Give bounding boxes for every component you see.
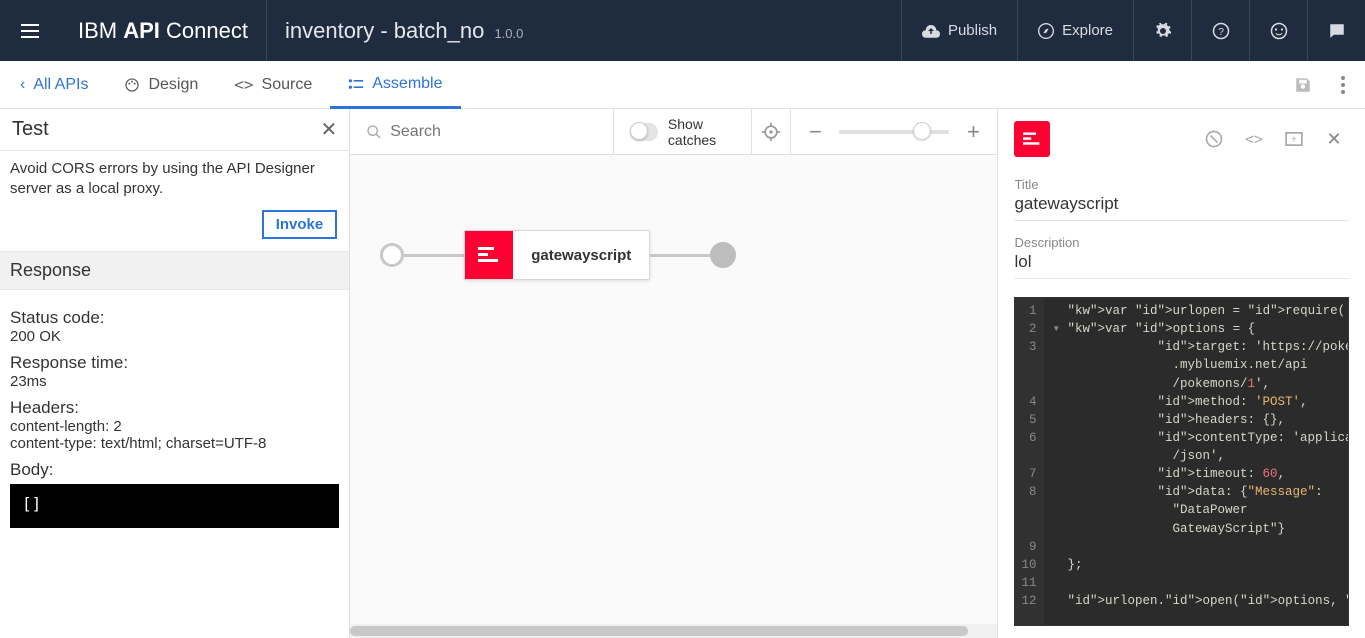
response-time-value: 23ms [10, 373, 339, 390]
test-panel: Test ✕ Avoid CORS errors by using the AP… [0, 109, 350, 638]
tab-assemble[interactable]: Assemble [330, 61, 460, 109]
api-title: inventory - batch_no 1.0.0 [267, 18, 541, 44]
palette-icon [124, 77, 140, 93]
body-label: Body: [10, 460, 339, 480]
test-panel-title: Test [12, 118, 49, 141]
publish-button[interactable]: Publish [901, 0, 1017, 61]
canvas-content[interactable]: gatewayscript [350, 155, 997, 638]
hamburger-icon [21, 24, 39, 38]
code-gutter: 123 456 78 9101112 [1015, 298, 1044, 625]
settings-button[interactable] [1133, 0, 1191, 61]
body-value: [] [10, 484, 339, 528]
close-test-panel-button[interactable]: ✕ [320, 117, 337, 142]
main-row: Test ✕ Avoid CORS errors by using the AP… [0, 109, 1365, 638]
assemble-icon [348, 78, 364, 90]
help-icon: ? [1212, 22, 1230, 40]
scrollbar-thumb[interactable] [350, 626, 968, 636]
properties-panel: <> + ✕ Title gatewayscript Description l… [997, 109, 1365, 638]
account-button[interactable] [1249, 0, 1307, 61]
node-label: gatewayscript [513, 247, 649, 264]
show-catches-label: Show catches [668, 116, 735, 148]
explore-button[interactable]: Explore [1017, 0, 1133, 61]
more-vertical-icon [1341, 76, 1345, 94]
description-field-label: Description [1014, 235, 1349, 250]
svg-text:?: ? [1218, 25, 1224, 37]
crosshair-icon [761, 122, 781, 142]
all-apis-link[interactable]: ‹ All APIs [2, 61, 106, 109]
zoom-slider[interactable] [839, 130, 949, 134]
blocked-icon [1204, 129, 1224, 149]
test-note: Avoid CORS errors by using the API Desig… [0, 151, 349, 204]
code-editor[interactable]: 123 456 78 9101112 "kw">var "id">urlopen… [1014, 297, 1349, 626]
flow-connector [404, 254, 464, 257]
brand-label: IBM API Connect [60, 18, 266, 44]
save-button[interactable] [1283, 61, 1323, 109]
chat-icon [1328, 22, 1346, 40]
expand-button[interactable]: + [1279, 124, 1309, 154]
more-button[interactable] [1323, 61, 1363, 109]
save-icon [1294, 76, 1312, 94]
menu-button[interactable] [0, 0, 60, 61]
view-source-button[interactable]: <> [1239, 124, 1269, 154]
expand-icon: + [1285, 132, 1303, 146]
messages-button[interactable] [1307, 0, 1365, 61]
invoke-button[interactable]: Invoke [262, 210, 338, 239]
locate-button[interactable] [752, 109, 792, 155]
search-box [350, 109, 614, 155]
flow-connector [650, 254, 710, 257]
close-icon: ✕ [1326, 129, 1341, 150]
top-header: IBM API Connect inventory - batch_no 1.0… [0, 0, 1365, 61]
face-icon [1270, 22, 1288, 40]
tab-design[interactable]: Design [106, 61, 216, 109]
show-catches-toggle[interactable]: Show catches [614, 109, 752, 155]
svg-text:+: + [1291, 134, 1297, 146]
horizontal-scrollbar[interactable] [350, 624, 997, 638]
flow-start-node[interactable] [380, 243, 404, 267]
compass-icon [1038, 23, 1054, 39]
status-code-label: Status code: [10, 308, 339, 328]
disable-button[interactable] [1199, 124, 1229, 154]
status-code-value: 200 OK [10, 328, 339, 345]
test-panel-header: Test ✕ [0, 109, 349, 151]
gatewayscript-icon [465, 231, 513, 279]
response-heading: Response [0, 251, 349, 290]
zoom-out-button[interactable]: − [801, 119, 829, 145]
title-field[interactable]: gatewayscript [1014, 192, 1349, 221]
zoom-controls: − + [791, 109, 997, 155]
cloud-upload-icon [922, 24, 940, 38]
help-button[interactable]: ? [1191, 0, 1249, 61]
headers-value-1: content-length: 2 [10, 418, 339, 435]
toggle-switch[interactable] [630, 123, 658, 141]
response-body: Status code: 200 OK Response time: 23ms … [0, 290, 349, 538]
search-icon [366, 124, 382, 140]
zoom-in-button[interactable]: + [959, 119, 987, 145]
sub-nav: ‹ All APIs Design <> Source Assemble [0, 61, 1365, 109]
gatewayscript-node[interactable]: gatewayscript [464, 230, 650, 280]
description-field[interactable]: lol [1014, 250, 1349, 279]
canvas-area: Show catches − + gatewayscript [350, 109, 997, 638]
gatewayscript-icon [1023, 132, 1041, 146]
flow-end-node[interactable] [710, 242, 736, 268]
code-icon: <> [234, 75, 253, 94]
code-icon: <> [1245, 130, 1263, 148]
search-input[interactable] [390, 123, 597, 141]
assembly-flow: gatewayscript [380, 230, 736, 280]
node-type-badge [1014, 121, 1050, 157]
chevron-left-icon: ‹ [20, 76, 25, 94]
properties-toolbar: <> + ✕ [1014, 121, 1349, 157]
title-field-label: Title [1014, 177, 1349, 192]
code-content[interactable]: "kw">var "id">urlopen = "id">require('ur… [1044, 298, 1348, 625]
tab-source[interactable]: <> Source [216, 61, 330, 109]
headers-label: Headers: [10, 398, 339, 418]
close-properties-button[interactable]: ✕ [1319, 124, 1349, 154]
headers-value-2: content-type: text/html; charset=UTF-8 [10, 435, 339, 452]
gear-icon [1154, 22, 1172, 40]
response-time-label: Response time: [10, 353, 339, 373]
canvas-toolbar: Show catches − + [350, 109, 997, 155]
